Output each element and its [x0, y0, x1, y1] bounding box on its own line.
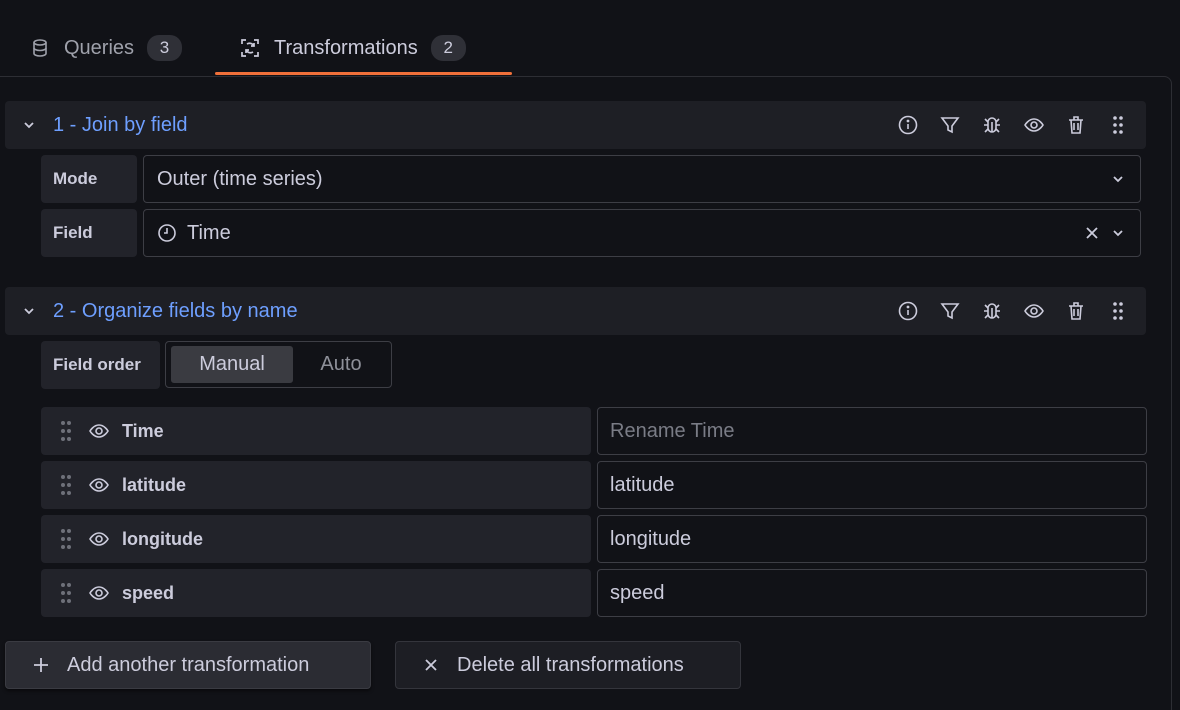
header-actions: [888, 291, 1138, 331]
clear-icon[interactable]: [1084, 225, 1100, 241]
add-transformation-button[interactable]: Add another transformation: [5, 641, 371, 689]
drag-handle-icon[interactable]: [59, 474, 73, 496]
plus-icon: [32, 656, 50, 674]
debug-icon[interactable]: [972, 105, 1012, 145]
trash-icon[interactable]: [1056, 291, 1096, 331]
field-select-value: Time: [187, 221, 231, 244]
active-tab-indicator: [215, 72, 512, 75]
filter-icon[interactable]: [930, 291, 970, 331]
drag-handle-icon[interactable]: [59, 582, 73, 604]
field-name: latitude: [122, 474, 187, 495]
field-order-auto[interactable]: Auto: [297, 346, 385, 383]
field-row-time[interactable]: Time: [41, 407, 591, 455]
close-icon: [422, 656, 440, 674]
field-name: speed: [122, 582, 175, 603]
chevron-down-icon: [1113, 230, 1123, 237]
rename-field-input[interactable]: [597, 515, 1147, 563]
debug-icon[interactable]: [972, 291, 1012, 331]
field-row-speed[interactable]: speed: [41, 569, 591, 617]
eye-icon[interactable]: [88, 528, 110, 550]
field-name: Time: [122, 420, 164, 441]
drag-handle-icon[interactable]: [1098, 291, 1138, 331]
add-transformation-label: Add another transformation: [67, 653, 310, 676]
rename-field-input[interactable]: [597, 407, 1147, 455]
clock-icon: [157, 223, 177, 243]
field-order-toggle: Manual Auto: [165, 341, 392, 388]
info-icon[interactable]: [888, 105, 928, 145]
delete-all-label: Delete all transformations: [457, 653, 684, 676]
filter-icon[interactable]: [930, 105, 970, 145]
tab-transformations-count: 2: [430, 35, 466, 61]
header-actions: [888, 105, 1138, 145]
chevron-down-icon: [1113, 176, 1123, 183]
field-label: Field: [41, 209, 137, 257]
transformation-title[interactable]: 2 - Organize fields by name: [53, 300, 298, 323]
drag-handle-icon[interactable]: [59, 528, 73, 550]
transformation-title[interactable]: 1 - Join by field: [53, 114, 188, 137]
eye-icon[interactable]: [88, 474, 110, 496]
tab-transformations[interactable]: Transformations 2: [240, 28, 466, 68]
field-name: longitude: [122, 528, 203, 549]
field-order-label: Field order: [41, 341, 160, 389]
transformation-header-join[interactable]: 1 - Join by field: [5, 101, 1146, 149]
field-row-longitude[interactable]: longitude: [41, 515, 591, 563]
tab-transformations-label: Transformations: [274, 36, 418, 59]
eye-icon[interactable]: [1014, 105, 1054, 145]
tab-queries[interactable]: Queries 3: [30, 28, 183, 68]
transform-icon: [240, 38, 260, 58]
eye-icon[interactable]: [1014, 291, 1054, 331]
drag-handle-icon[interactable]: [1098, 105, 1138, 145]
tab-queries-label: Queries: [64, 36, 135, 59]
tab-queries-count: 3: [147, 35, 183, 61]
field-row-latitude[interactable]: latitude: [41, 461, 591, 509]
database-icon: [30, 38, 50, 58]
drag-handle-icon[interactable]: [59, 420, 73, 442]
mode-select[interactable]: Outer (time series): [143, 155, 1141, 203]
trash-icon[interactable]: [1056, 105, 1096, 145]
transformation-header-organize[interactable]: 2 - Organize fields by name: [5, 287, 1146, 335]
eye-icon[interactable]: [88, 582, 110, 604]
collapse-chevron-icon[interactable]: [21, 117, 37, 133]
eye-icon[interactable]: [88, 420, 110, 442]
collapse-chevron-icon[interactable]: [21, 303, 37, 319]
editor-tabs: Queries 3 Transformations 2: [0, 0, 1180, 76]
info-icon[interactable]: [888, 291, 928, 331]
mode-label: Mode: [41, 155, 137, 203]
delete-all-transformations-button[interactable]: Delete all transformations: [395, 641, 741, 689]
field-select[interactable]: Time: [143, 209, 1141, 257]
mode-select-value: Outer (time series): [157, 167, 323, 190]
rename-field-input[interactable]: [597, 461, 1147, 509]
field-order-manual[interactable]: Manual: [171, 346, 293, 383]
rename-field-input[interactable]: [597, 569, 1147, 617]
